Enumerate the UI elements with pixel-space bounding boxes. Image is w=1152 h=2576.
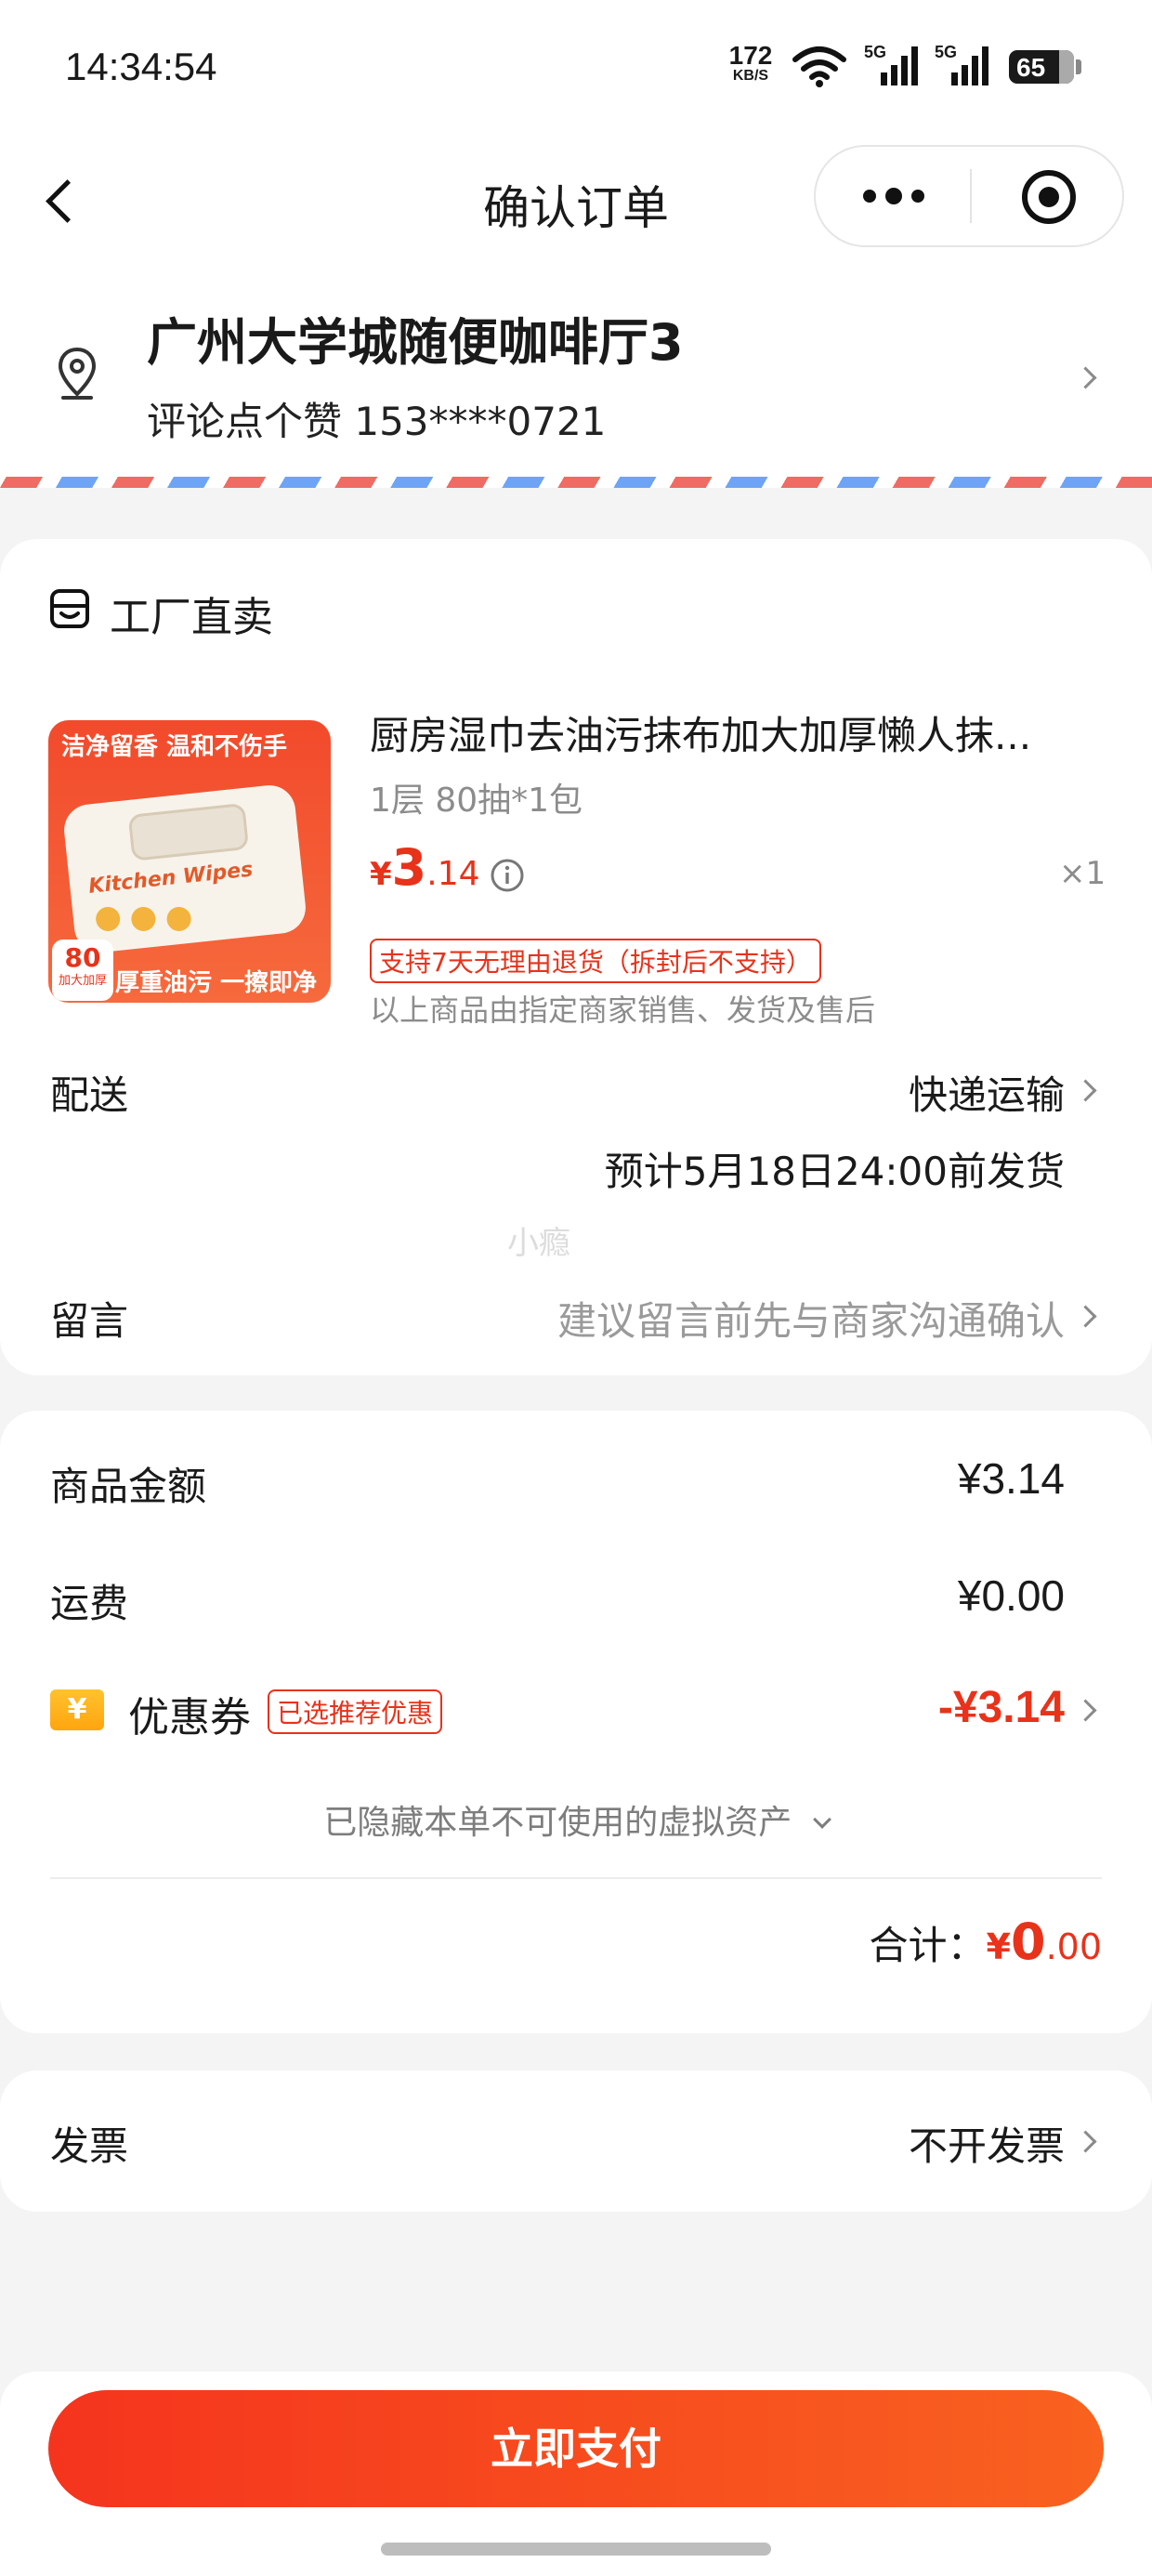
shop-icon [50,589,89,628]
invoice-value: 不开发票 [908,2123,1065,2169]
signal-2-icon [951,46,988,85]
order-card: 工厂直卖 洁净留香 温和不伤手 Kitchen Wipes 80 加大加厚 厚重… [0,539,1152,1375]
shipping-value: ¥0.00 [957,1571,1065,1620]
goods-amount-label: 商品金额 [50,1464,207,1509]
coupon-tag: 已选推荐优惠 [268,1689,443,1734]
chevron-right-icon [1074,1079,1097,1102]
invoice-label: 发票 [50,2123,129,2169]
total: 合计：¥0.00 [869,1912,1102,1971]
coupon-icon: ¥ [50,1689,104,1730]
signal-1-icon [881,46,918,85]
pay-button[interactable]: 立即支付 [48,2390,1104,2507]
chevron-right-icon [1074,1305,1097,1328]
close-miniapp-button[interactable] [972,147,1124,245]
address-section[interactable]: 广州大学城随便咖啡厅3 评论点个赞 153****0721 [0,260,1152,488]
product-image-bottom-text: 厚重油污 一擦即净 [115,969,318,997]
product-quantity: ×1 [1059,855,1106,892]
home-indicator [381,2543,771,2556]
wipes-pack: Kitchen Wipes [61,782,308,955]
location-pin-icon [58,347,97,400]
summary-divider [50,1877,1102,1879]
shop-name: 工厂直卖 [110,594,273,641]
more-dots-icon [863,188,924,204]
pay-button-label: 立即支付 [491,2424,661,2474]
bottom-bar: 立即支付 [0,2372,1152,2576]
delivery-method: 快递运输 [908,1072,1065,1118]
product-title[interactable]: 厨房湿巾去油污抹布加大加厚懒人抹... [370,704,1031,761]
return-policy-tag: 支持7天无理由退货（拆封后不支持） [370,939,821,983]
product-price: ¥3.14 [370,838,480,897]
info-icon[interactable] [489,857,526,894]
message-label: 留言 [50,1298,129,1344]
wifi-icon [792,46,846,87]
chevron-down-icon [812,1810,831,1829]
capsule-menu [814,145,1124,247]
seller-note: 以上商品由指定商家销售、发货及售后 [370,992,876,1028]
shipping-label: 运费 [50,1581,129,1626]
product-image[interactable]: 洁净留香 温和不伤手 Kitchen Wipes 80 加大加厚 厚重油污 一擦… [48,720,331,1003]
delivery-row[interactable]: 配送 快递运输 预计5月18日24:00前发货 [0,1055,1152,1194]
battery-icon: 65 [1009,50,1081,84]
battery-level: 65 [1016,53,1046,82]
message-input[interactable]: 建议留言前先与商家沟通确认 [557,1290,1065,1347]
chevron-right-icon [1074,366,1097,389]
watermark: 小瘾 [507,1225,570,1262]
target-icon [1022,170,1076,224]
product-badge: 80 加大加厚 [52,940,113,1001]
invoice-row[interactable]: 发票 不开发票 [0,2070,1152,2212]
address-contact: 评论点个赞 153****0721 [147,399,607,444]
summary-card: 商品金额 ¥3.14 运费 ¥0.00 ¥ 优惠券 已选推荐优惠 -¥3.14 … [0,1411,1152,2033]
chevron-right-icon [1074,2130,1097,2153]
status-bar: 14:34:54 172 KB/S 5G 5G 65 [0,0,1152,139]
total-label: 合计： [869,1923,987,1968]
status-time: 14:34:54 [65,45,217,88]
message-row[interactable]: 留言 建议留言前先与商家沟通确认 [0,1282,1152,1357]
goods-amount-value: ¥3.14 [957,1454,1065,1503]
delivery-label: 配送 [50,1072,129,1118]
coupon-value: -¥3.14 [937,1683,1065,1732]
delivery-eta: 预计5月18日24:00前发货 [604,1149,1065,1194]
hidden-assets-toggle[interactable]: 已隐藏本单不可使用的虚拟资产 [0,1795,1152,1844]
coupon-label: 优惠券 [128,1694,251,1741]
address-name: 广州大学城随便咖啡厅3 [147,313,684,372]
nav-bar: 确认订单 [0,139,1152,260]
net-speed: 172 KB/S [728,41,773,84]
pack-text: Kitchen Wipes [87,858,255,899]
airmail-stripe [0,477,1152,488]
product-spec: 1层 80抽*1包 [370,782,583,820]
product-image-top-text: 洁净留香 温和不伤手 [61,733,288,761]
coupon-row[interactable]: ¥ 优惠券 已选推荐优惠 -¥3.14 [0,1669,1152,1753]
more-button[interactable] [816,147,970,245]
chevron-right-icon [1074,1699,1097,1722]
